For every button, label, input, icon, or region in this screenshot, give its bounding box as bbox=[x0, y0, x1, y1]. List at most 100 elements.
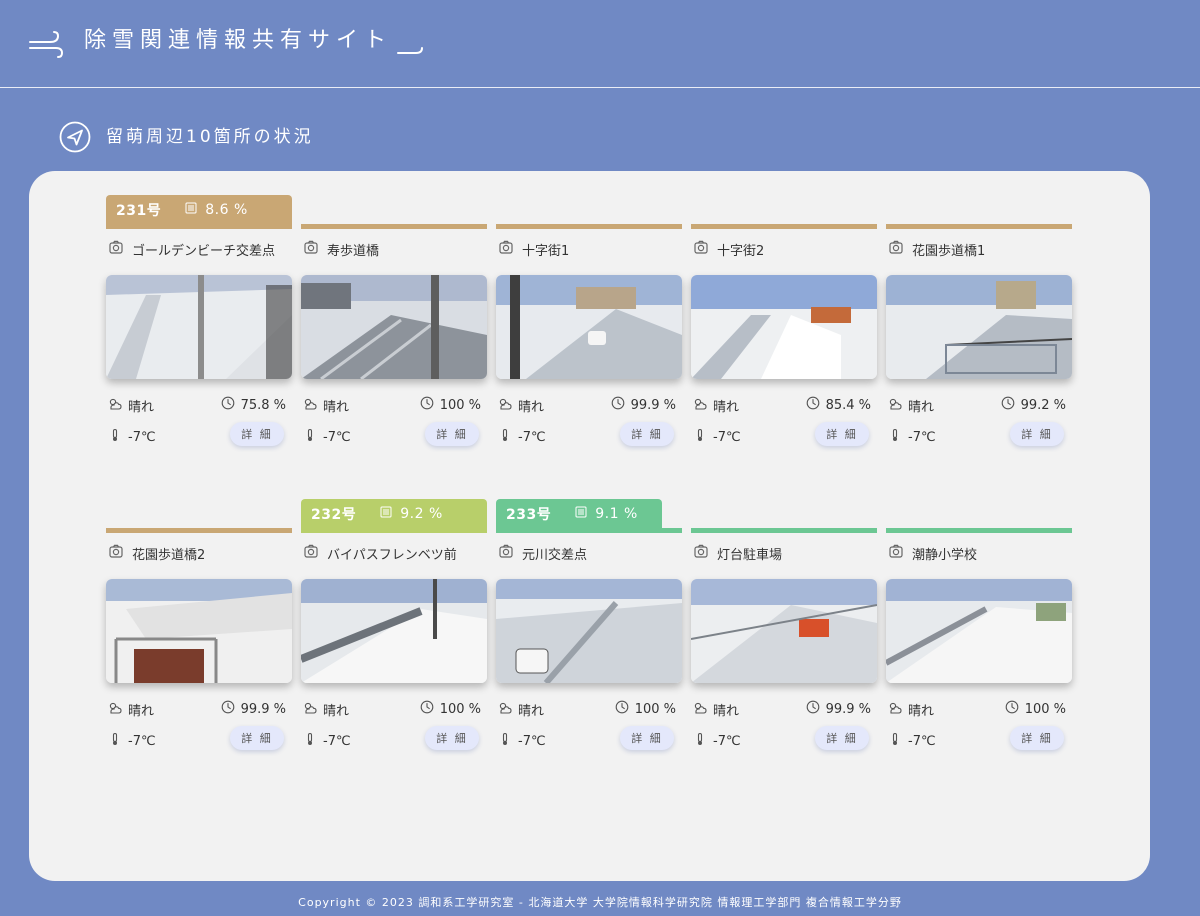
camera-icon bbox=[693, 239, 717, 259]
temperature-info: -7℃ bbox=[498, 732, 546, 750]
camera-image[interactable] bbox=[691, 275, 877, 379]
camera-icon bbox=[498, 543, 522, 563]
camera-title: 花園歩道橋1 bbox=[888, 238, 985, 260]
rate-icon bbox=[356, 506, 392, 522]
detail-button[interactable]: 詳 細 bbox=[1010, 726, 1064, 750]
detail-button[interactable]: 詳 細 bbox=[425, 422, 479, 446]
weather-info: 晴れ bbox=[888, 700, 934, 719]
detail-button[interactable]: 詳 細 bbox=[815, 422, 869, 446]
camera-title: 元川交差点 bbox=[498, 542, 587, 564]
weather-text: 晴れ bbox=[713, 400, 740, 415]
camera-image[interactable] bbox=[886, 275, 1072, 379]
route-bar bbox=[886, 224, 1072, 229]
detail-button[interactable]: 詳 細 bbox=[425, 726, 479, 750]
weather-icon bbox=[498, 397, 518, 415]
weather-icon bbox=[693, 701, 713, 719]
rate-icon bbox=[551, 506, 587, 522]
site-header: 除雪関連情報共有サイト bbox=[0, 0, 1200, 88]
snow-rate-info: 100 % bbox=[615, 700, 676, 718]
route-bar bbox=[106, 528, 292, 533]
camera-title: 十字街2 bbox=[693, 238, 764, 260]
route-tab[interactable]: 233号 9.1 % bbox=[496, 499, 662, 529]
camera-name: 十字街1 bbox=[522, 243, 570, 259]
temperature-info: -7℃ bbox=[888, 428, 936, 446]
snow-rate-value: 100 % bbox=[634, 701, 676, 717]
section-title: 留萌周辺10箇所の状況 bbox=[106, 127, 314, 147]
thermometer-icon bbox=[888, 732, 908, 750]
camera-image[interactable] bbox=[106, 275, 292, 379]
temperature-info: -7℃ bbox=[303, 732, 351, 750]
detail-button[interactable]: 詳 細 bbox=[620, 726, 674, 750]
camera-card: 花園歩道橋2 晴れ 99.9 % -7℃ 詳 細 bbox=[106, 528, 292, 768]
site-title[interactable]: 除雪関連情報共有サイト bbox=[84, 26, 392, 56]
weather-info: 晴れ bbox=[108, 700, 154, 719]
camera-image[interactable] bbox=[691, 579, 877, 683]
clock-icon bbox=[806, 396, 826, 414]
weather-info: 晴れ bbox=[498, 396, 544, 415]
camera-icon bbox=[693, 543, 717, 563]
weather-text: 晴れ bbox=[518, 400, 545, 415]
thermometer-icon bbox=[498, 732, 518, 750]
camera-image[interactable] bbox=[301, 275, 487, 379]
snow-rate-info: 100 % bbox=[420, 396, 481, 414]
camera-title: バイパスフレンベツ前 bbox=[303, 542, 457, 564]
camera-image[interactable] bbox=[496, 275, 682, 379]
weather-text: 晴れ bbox=[518, 704, 545, 719]
weather-info: 晴れ bbox=[693, 396, 739, 415]
detail-button[interactable]: 詳 細 bbox=[230, 422, 284, 446]
temperature-info: -7℃ bbox=[888, 732, 936, 750]
temperature-value: -7℃ bbox=[713, 733, 741, 749]
temperature-value: -7℃ bbox=[323, 429, 351, 445]
camera-image[interactable] bbox=[496, 579, 682, 683]
camera-icon bbox=[888, 543, 912, 563]
snow-rate-info: 99.9 % bbox=[221, 700, 286, 718]
route-tab[interactable]: 232号 9.2 % bbox=[301, 499, 487, 529]
camera-icon bbox=[108, 239, 132, 259]
detail-button[interactable]: 詳 細 bbox=[620, 422, 674, 446]
camera-card: 花園歩道橋1 晴れ 99.2 % -7℃ 詳 細 bbox=[886, 224, 1072, 464]
detail-button[interactable]: 詳 細 bbox=[815, 726, 869, 750]
weather-text: 晴れ bbox=[908, 400, 935, 415]
route-tab[interactable]: 231号 8.6 % bbox=[106, 195, 292, 225]
camera-title: 灯台駐車場 bbox=[693, 542, 782, 564]
snow-rate-value: 99.9 % bbox=[240, 701, 286, 717]
weather-icon bbox=[498, 701, 518, 719]
thermometer-icon bbox=[888, 428, 908, 446]
snow-rate-value: 99.9 % bbox=[630, 397, 676, 413]
camera-name: 十字街2 bbox=[717, 243, 765, 259]
camera-icon bbox=[108, 543, 132, 563]
thermometer-icon bbox=[693, 732, 713, 750]
weather-icon bbox=[693, 397, 713, 415]
weather-text: 晴れ bbox=[128, 704, 155, 719]
route-bar bbox=[691, 224, 877, 229]
snow-rate-value: 99.2 % bbox=[1020, 397, 1066, 413]
thermometer-icon bbox=[108, 732, 128, 750]
thermometer-icon bbox=[303, 732, 323, 750]
snow-rate-info: 99.9 % bbox=[806, 700, 871, 718]
camera-icon bbox=[888, 239, 912, 259]
camera-image[interactable] bbox=[886, 579, 1072, 683]
weather-text: 晴れ bbox=[323, 400, 350, 415]
temperature-info: -7℃ bbox=[108, 732, 156, 750]
clock-icon bbox=[221, 396, 241, 414]
camera-name: 元川交差点 bbox=[522, 547, 588, 563]
camera-image[interactable] bbox=[106, 579, 292, 683]
temperature-info: -7℃ bbox=[108, 428, 156, 446]
temperature-value: -7℃ bbox=[323, 733, 351, 749]
detail-button[interactable]: 詳 細 bbox=[230, 726, 284, 750]
route-bar bbox=[886, 528, 1072, 533]
clock-icon bbox=[806, 700, 826, 718]
snow-rate-value: 100 % bbox=[439, 397, 481, 413]
route-percent: 9.2 % bbox=[400, 506, 443, 522]
camera-card: 233号 9.1 % 元川交差点 晴れ 100 % -7℃ 詳 細 bbox=[496, 499, 682, 768]
temperature-value: -7℃ bbox=[518, 733, 546, 749]
temperature-info: -7℃ bbox=[693, 428, 741, 446]
camera-image[interactable] bbox=[301, 579, 487, 683]
route-label: 233号 bbox=[506, 507, 552, 523]
camera-title: 十字街1 bbox=[498, 238, 569, 260]
thermometer-icon bbox=[108, 428, 128, 446]
snow-rate-value: 99.9 % bbox=[825, 701, 871, 717]
detail-button[interactable]: 詳 細 bbox=[1010, 422, 1064, 446]
temperature-info: -7℃ bbox=[498, 428, 546, 446]
camera-name: 潮静小学校 bbox=[912, 547, 978, 563]
